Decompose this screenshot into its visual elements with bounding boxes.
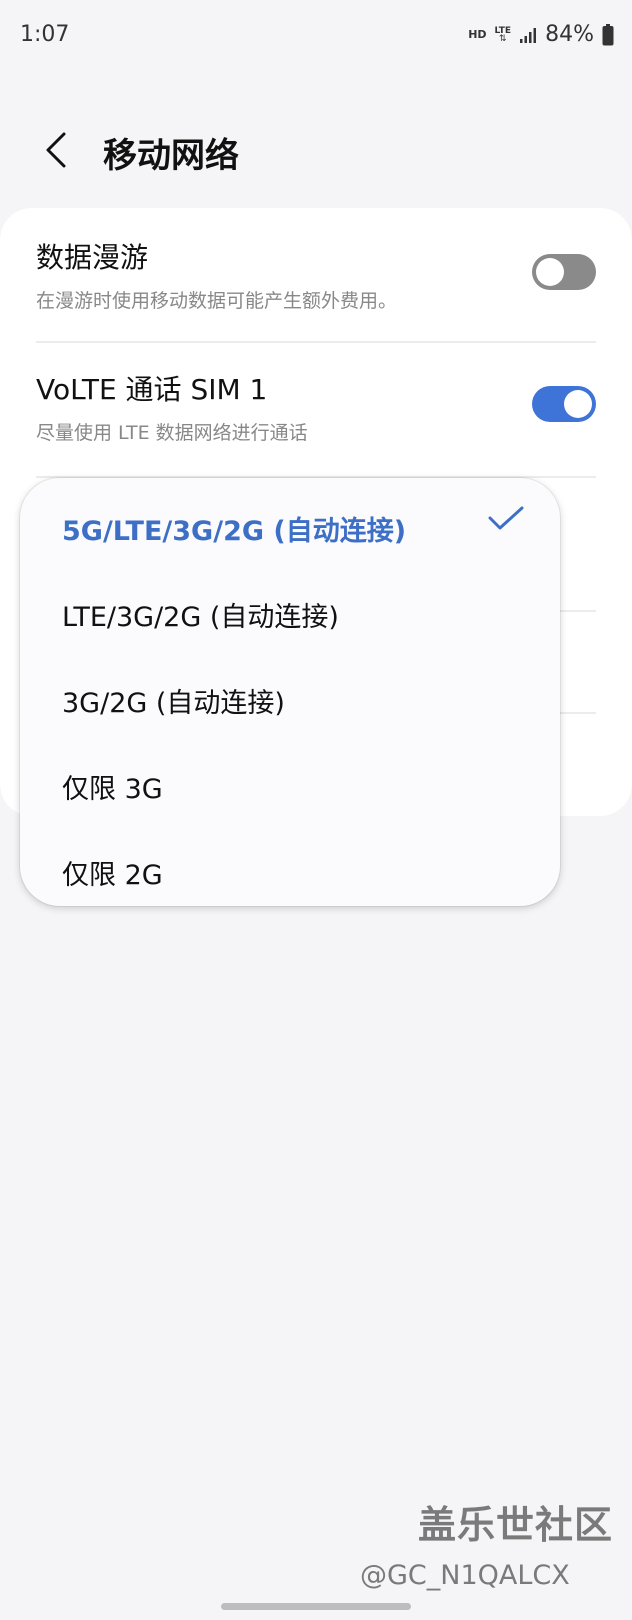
status-bar: 1:07 HD LTE ⇅ 84% [0, 0, 632, 72]
option-label: 仅限 2G [62, 859, 163, 891]
option-label: LTE/3G/2G (自动连接) [62, 601, 339, 633]
back-button[interactable] [36, 128, 76, 172]
watermark-title: 盖乐世社区 [418, 1503, 614, 1547]
volte-toggle[interactable] [532, 386, 596, 422]
page-title: 移动网络 [103, 136, 239, 176]
hd-voice-icon: HD [468, 28, 487, 41]
network-mode-option-5g-lte-3g-2g[interactable]: 5G/LTE/3G/2G (自动连接) [62, 498, 522, 558]
toggle-knob [536, 258, 564, 286]
option-label: 3G/2G (自动连接) [62, 687, 285, 719]
signal-icon [519, 26, 537, 44]
battery-icon [602, 23, 614, 46]
divider [36, 341, 596, 343]
chevron-left-icon [46, 132, 66, 168]
option-label: 5G/LTE/3G/2G (自动连接) [62, 515, 407, 547]
option-label: 仅限 3G [62, 773, 163, 805]
app-bar: 移动网络 [0, 110, 632, 190]
volte-row[interactable]: VoLTE 通话 SIM 1 尽量使用 LTE 数据网络进行通话 [36, 368, 596, 445]
gesture-nav-handle[interactable] [221, 1603, 411, 1610]
network-mode-option-3g-only[interactable]: 仅限 3G [62, 756, 522, 816]
data-roaming-toggle[interactable] [532, 254, 596, 290]
check-icon [488, 506, 524, 530]
toggle-knob [564, 390, 592, 418]
network-mode-option-3g-2g[interactable]: 3G/2G (自动连接) [62, 670, 522, 730]
network-mode-option-lte-3g-2g[interactable]: LTE/3G/2G (自动连接) [62, 584, 522, 644]
network-mode-popup: 5G/LTE/3G/2G (自动连接) LTE/3G/2G (自动连接) 3G/… [20, 478, 560, 906]
data-roaming-summary: 在漫游时使用移动数据可能产生额外费用。 [36, 290, 398, 312]
status-time: 1:07 [20, 22, 70, 47]
battery-percent: 84% [545, 22, 594, 47]
network-mode-option-2g-only[interactable]: 仅限 2G [62, 842, 522, 902]
volte-title: VoLTE 通话 SIM 1 [36, 373, 268, 406]
data-arrows-icon: ⇅ [499, 33, 507, 44]
volte-summary: 尽量使用 LTE 数据网络进行通话 [36, 422, 308, 444]
data-roaming-row[interactable]: 数据漫游 在漫游时使用移动数据可能产生额外费用。 [36, 236, 596, 313]
lte-data-icon: LTE ⇅ [495, 26, 512, 44]
data-roaming-title: 数据漫游 [36, 241, 149, 274]
status-icons: HD LTE ⇅ 84% [468, 22, 614, 47]
watermark-handle: @GC_N1QALCX [360, 1560, 570, 1591]
